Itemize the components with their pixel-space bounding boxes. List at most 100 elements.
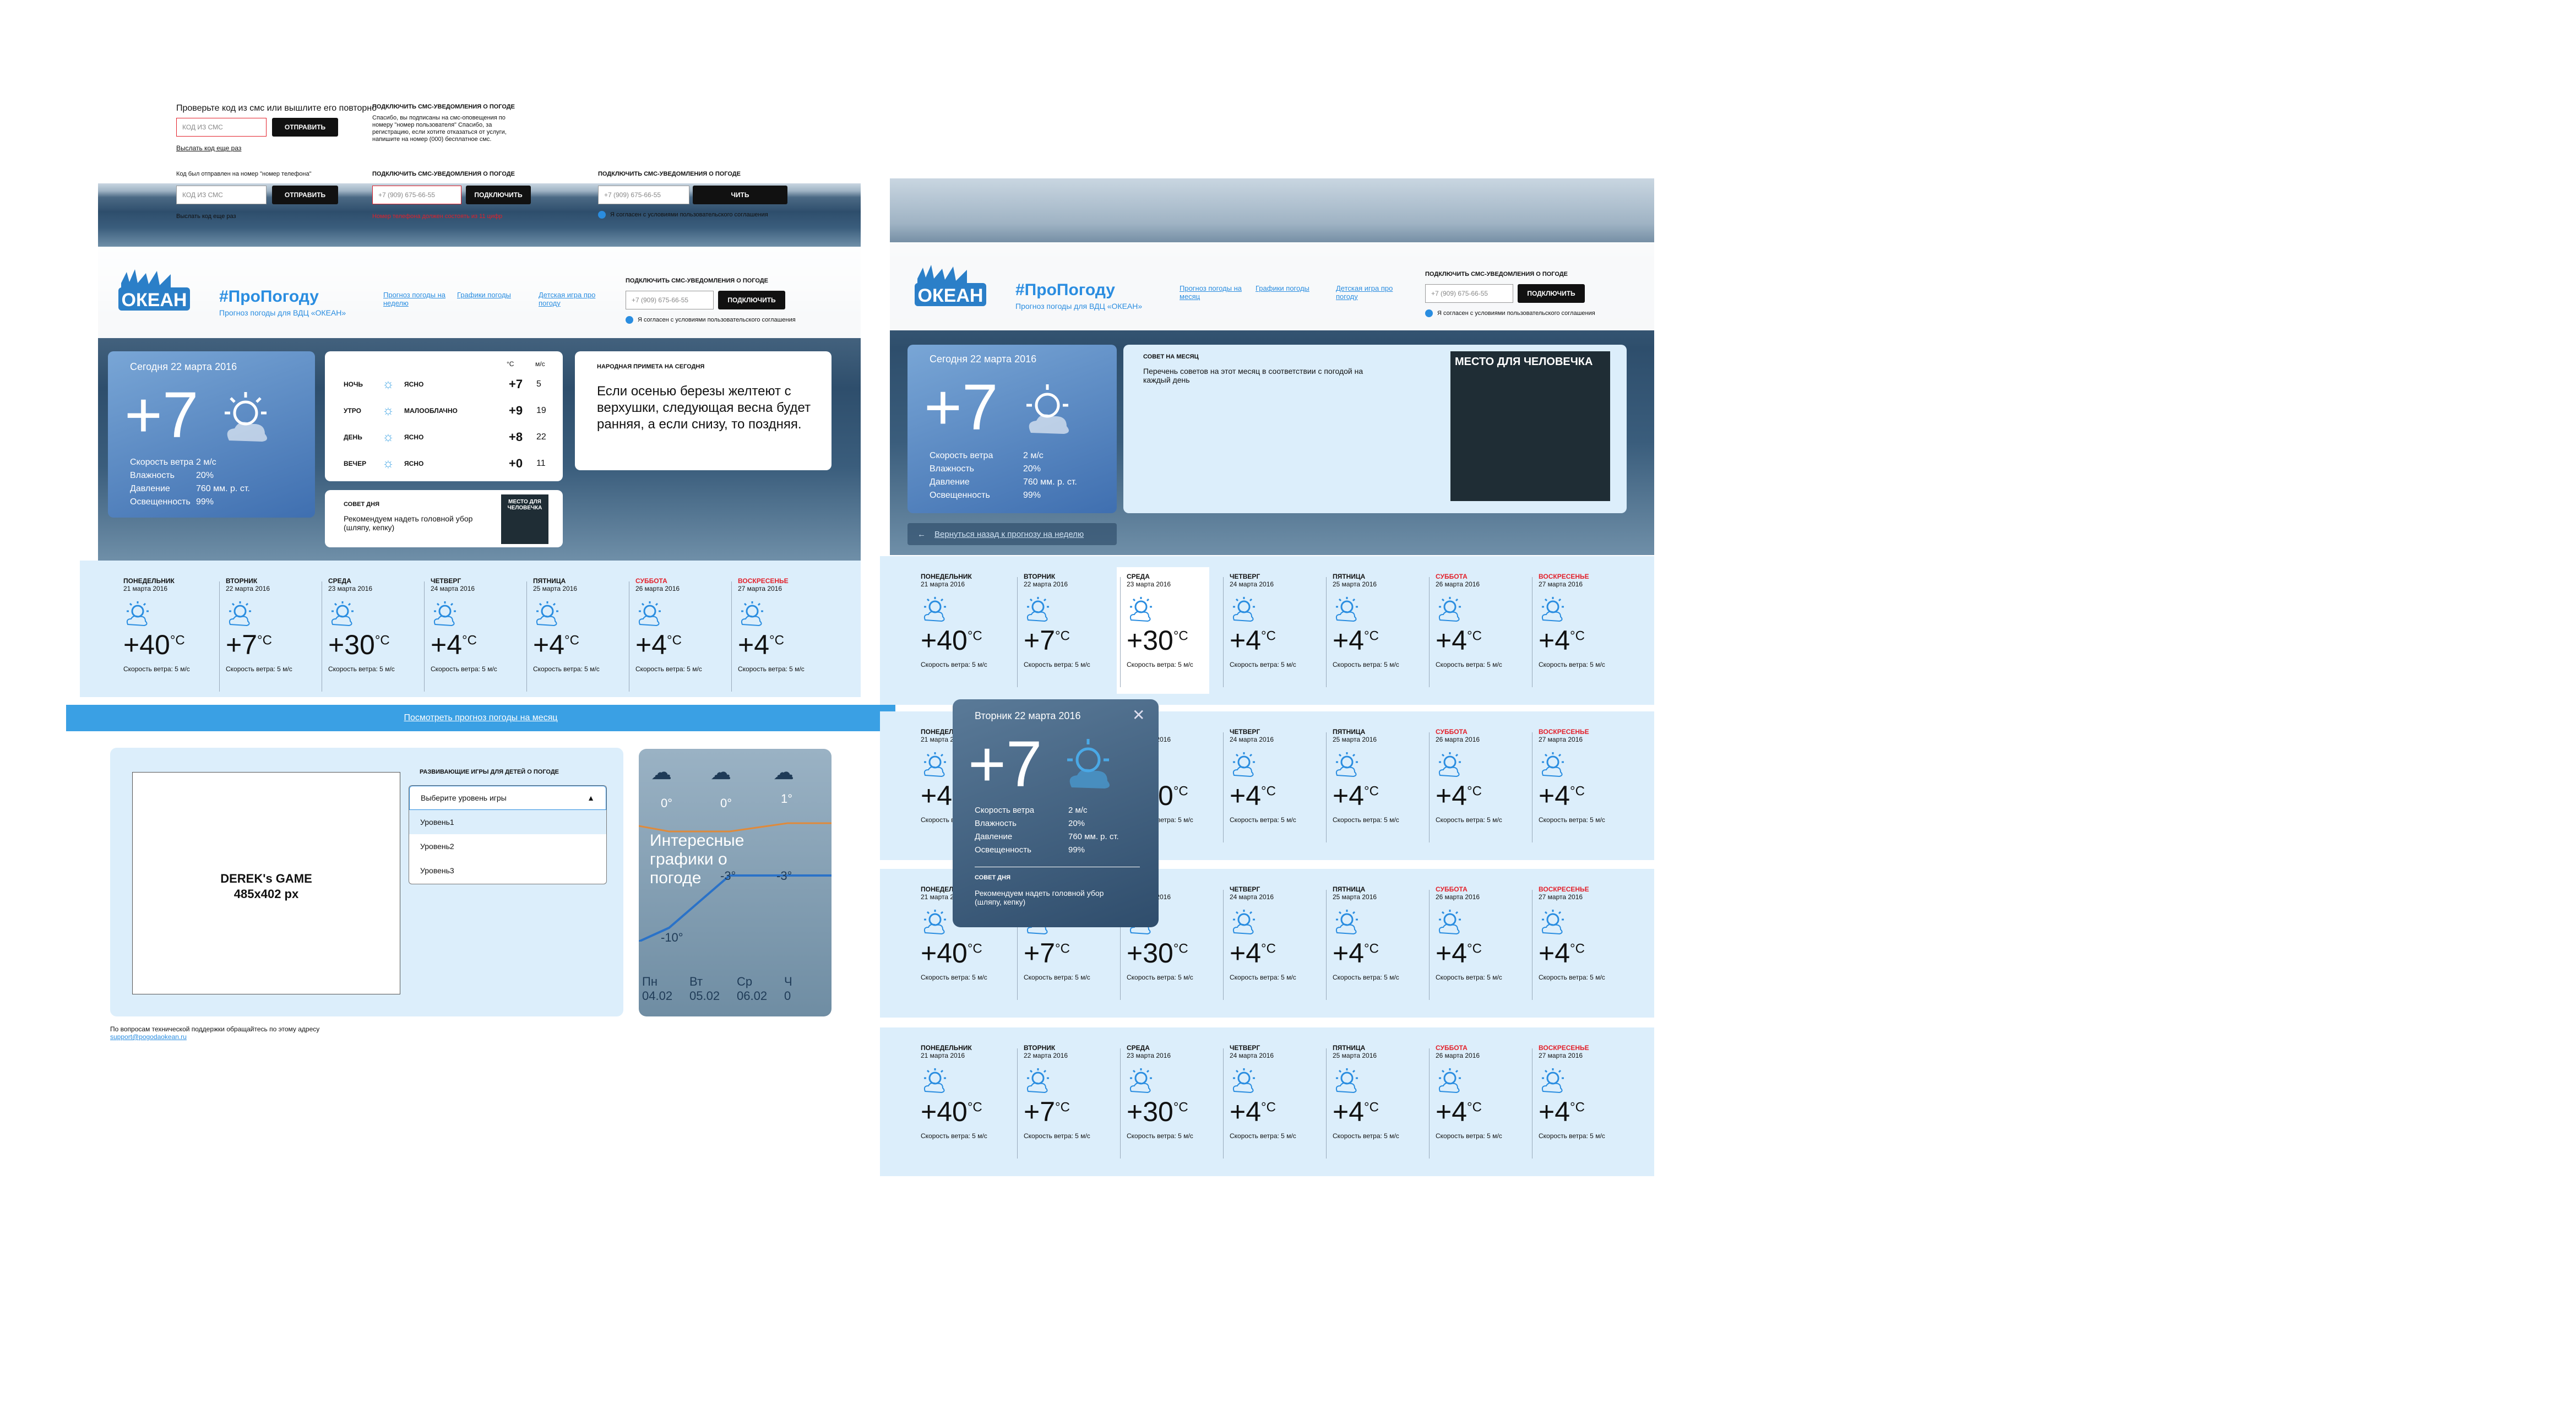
day-card[interactable]: ПОНЕДЕЛЬНИК 21 марта 2016 +40°C Скорость… — [123, 577, 217, 673]
day-wind: Скорость ветра: 5 м/с — [1333, 816, 1399, 824]
level-option[interactable]: Уровень2 — [409, 834, 606, 858]
day-card[interactable]: ЧЕТВЕРГ 24 марта 2016 +4°C Скорость ветр… — [1230, 728, 1323, 824]
charts-card[interactable]: ☁ ☁ ☁ 0° 0° 1° Интересные графики о пого… — [639, 749, 832, 1016]
support-email[interactable]: support@pogodaokean.ru — [110, 1033, 187, 1041]
sms-resend-link[interactable]: Выслать код еще раз — [176, 144, 241, 152]
day-card[interactable]: ЧЕТВЕРГ 24 марта 2016 +4°C Скорость ветр… — [431, 577, 524, 673]
sms-send-button-2[interactable]: ОТПРАВИТЬ — [272, 186, 338, 204]
day-wind: Скорость ветра: 5 м/с — [226, 665, 292, 673]
day-card[interactable]: ВОСКРЕСЕНЬЕ 27 марта 2016 +4°C Скорость … — [1539, 728, 1632, 824]
daypart-name: УТРО — [344, 407, 361, 415]
level-option[interactable]: Уровень1 — [409, 810, 606, 834]
arrow-left-icon: ← — [917, 529, 926, 539]
param-value: 2 м/с — [196, 458, 216, 467]
day-card[interactable]: ПЯТНИЦА 25 марта 2016 +4°C Скорость ветр… — [1333, 573, 1426, 668]
day-card[interactable]: ВТОРНИК 22 марта 2016 +7°C Скорость ветр… — [1024, 573, 1117, 668]
sms-code-input[interactable]: КОД ИЗ СМС — [176, 186, 267, 204]
day-temp-unit: °C — [1467, 784, 1482, 799]
level-option[interactable]: Уровень3 — [409, 858, 606, 883]
day-wind: Скорость ветра: 5 м/с — [921, 974, 987, 981]
day-card[interactable]: ПОНЕДЕЛЬНИК 21 марта 2016 +40°C Скорость… — [921, 573, 1014, 668]
back-link[interactable]: ← Вернуться назад к прогнозу на неделю — [907, 523, 1117, 545]
sms-agree-row-3[interactable]: Я согласен с условиями пользовательского… — [598, 211, 768, 219]
sms-sent-text: Код был отправлен на номер "номер телефо… — [176, 171, 312, 177]
partly-sunny-icon — [1127, 596, 1220, 622]
day-name: ПЯТНИЦА — [1333, 728, 1366, 736]
day-name: ВТОРНИК — [1024, 1044, 1056, 1052]
day-card[interactable]: СУББОТА 26 марта 2016 +4°C Скорость ветр… — [1436, 728, 1529, 824]
header-phone-input[interactable]: +7 (909) 675-66-55 — [626, 291, 714, 309]
month-forecast-link[interactable]: Посмотреть прогноз погоды на месяц — [404, 713, 557, 723]
level-select-current[interactable]: Выберите уровень игры ▲ — [409, 786, 606, 810]
day-card[interactable]: СУББОТА 26 марта 2016 +4°C Скорость ветр… — [1436, 1044, 1529, 1140]
nav-charts[interactable]: Графики погоды — [457, 291, 523, 299]
day-card[interactable]: ПОНЕДЕЛЬНИК 21 марта 2016 +40°C Скорость… — [921, 1044, 1014, 1140]
header-agree-row[interactable]: Я согласен с условиями пользовательского… — [1425, 309, 1595, 317]
sms-code-input-error[interactable]: КОД ИЗ СМС — [176, 118, 267, 137]
day-divider — [1326, 577, 1327, 687]
day-divider — [1223, 1048, 1224, 1159]
sms-send-button[interactable]: ОТПРАВИТЬ — [272, 118, 338, 137]
day-card[interactable]: ВОСКРЕСЕНЬЕ 27 марта 2016 +4°C Скорость … — [1539, 1044, 1632, 1140]
nav-charts[interactable]: Графики погоды — [1256, 284, 1322, 292]
day-temp-value: +4 — [1230, 1096, 1262, 1127]
tip-text: Рекомендуем надеть головной убор (шляпу,… — [344, 514, 473, 532]
day-card[interactable]: СРЕДА 23 марта 2016 +30°C Скорость ветра… — [328, 577, 422, 673]
sms-phone-input-3[interactable]: +7 (909) 675-66-55 — [598, 186, 689, 204]
day-card[interactable]: ПЯТНИЦА 25 марта 2016 +4°C Скорость ветр… — [1333, 728, 1426, 824]
sms-phone-input-error[interactable]: +7 (909) 675-66-55 — [372, 186, 461, 204]
nav-game[interactable]: Детская игра про погоду — [539, 291, 599, 307]
nav-week[interactable]: Прогноз погоды на неделю — [383, 291, 449, 307]
day-card[interactable]: СРЕДА 23 марта 2016 +30°C Скорость ветра… — [1127, 573, 1220, 668]
nav-month[interactable]: Прогноз погоды на месяц — [1180, 284, 1246, 301]
partly-sunny-icon — [1230, 596, 1323, 622]
day-temp-unit: °C — [1467, 628, 1482, 644]
day-card[interactable]: СРЕДА 23 марта 2016 +30°C Скорость ветра… — [1127, 1044, 1220, 1140]
day-card[interactable]: ЧЕТВЕРГ 24 марта 2016 +4°C Скорость ветр… — [1230, 573, 1323, 668]
day-wind: Скорость ветра: 5 м/с — [635, 665, 702, 673]
param-value: 99% — [1023, 491, 1041, 500]
agree-checkbox[interactable] — [1425, 309, 1433, 317]
day-temp-unit: °C — [1261, 784, 1276, 799]
day-card[interactable]: ЧЕТВЕРГ 24 марта 2016 +4°C Скорость ветр… — [1230, 885, 1323, 981]
header-connect-button[interactable]: ПОДКЛЮЧИТЬ — [1518, 284, 1585, 303]
day-card[interactable]: ПЯТНИЦА 25 марта 2016 +4°C Скорость ветр… — [1333, 1044, 1426, 1140]
day-temp-value: +4 — [738, 629, 770, 660]
day-card[interactable]: ВОСКРЕСЕНЬЕ 27 марта 2016 +4°C Скорость … — [1539, 573, 1632, 668]
sms-connect-button-2[interactable]: ПОДКЛЮЧИТЬ — [466, 186, 531, 204]
day-card[interactable]: ВТОРНИК 22 марта 2016 +7°C Скорость ветр… — [1024, 1044, 1117, 1140]
day-card[interactable]: СУББОТА 26 марта 2016 +4°C Скорость ветр… — [635, 577, 729, 673]
day-temp-value: +4 — [1333, 938, 1365, 969]
agree-checkbox[interactable] — [626, 316, 633, 324]
header-agree-row[interactable]: Я согласен с условиями пользовательского… — [626, 316, 796, 324]
partly-cloudy-icon: ☼ — [382, 403, 394, 418]
header-phone-input[interactable]: +7 (909) 675-66-55 — [1425, 284, 1513, 303]
day-card[interactable]: СУББОТА 26 марта 2016 +4°C Скорость ветр… — [1436, 573, 1529, 668]
sms-resend-link-2[interactable]: Выслать код еще раз — [176, 213, 236, 220]
day-card[interactable]: ВОСКРЕСЕНЬЕ 27 марта 2016 +4°C Скорость … — [738, 577, 832, 673]
nav-game[interactable]: Детская игра про погоду — [1336, 284, 1396, 301]
sms-connect-button-3[interactable]: ЧИТЬ — [693, 186, 787, 204]
day-card[interactable]: СУББОТА 26 марта 2016 +4°C Скорость ветр… — [1436, 885, 1529, 981]
day-card[interactable]: ЧЕТВЕРГ 24 марта 2016 +4°C Скорость ветр… — [1230, 1044, 1323, 1140]
header-connect-button[interactable]: ПОДКЛЮЧИТЬ — [718, 291, 785, 309]
close-icon[interactable]: ✕ — [1132, 706, 1145, 724]
day-card[interactable]: ПЯТНИЦА 25 марта 2016 +4°C Скорость ветр… — [1333, 885, 1426, 981]
day-card[interactable]: ПЯТНИЦА 25 марта 2016 +4°C Скорость ветр… — [533, 577, 627, 673]
day-wind: Скорость ветра: 5 м/с — [1539, 1132, 1605, 1140]
partly-sunny-icon — [225, 392, 267, 442]
level-select[interactable]: Выберите уровень игры ▲ Уровень1 Уровень2… — [409, 785, 607, 884]
partly-sunny-icon — [1436, 596, 1529, 622]
game-canvas[interactable]: DEREK's GAME 485x402 px — [132, 772, 400, 994]
daypart-row: УТРО ☼ МАЛООБЛАЧНО +9 19 — [344, 398, 553, 424]
agree-checkbox[interactable] — [598, 211, 606, 219]
day-temp: +4°C — [1333, 1096, 1426, 1128]
day-card[interactable]: ВТОРНИК 22 марта 2016 +7°C Скорость ветр… — [226, 577, 319, 673]
site-title: #ПроПогоду — [219, 287, 319, 306]
okean-logo[interactable]: ОКЕАН — [912, 262, 994, 317]
daypart-temp: +0 — [509, 456, 523, 470]
day-card[interactable]: ВОСКРЕСЕНЬЕ 27 марта 2016 +4°C Скорость … — [1539, 885, 1632, 981]
day-temp-unit: °C — [1364, 784, 1379, 799]
day-temp-unit: °C — [1173, 1100, 1188, 1115]
okean-logo[interactable]: ОКЕАН — [116, 267, 198, 322]
